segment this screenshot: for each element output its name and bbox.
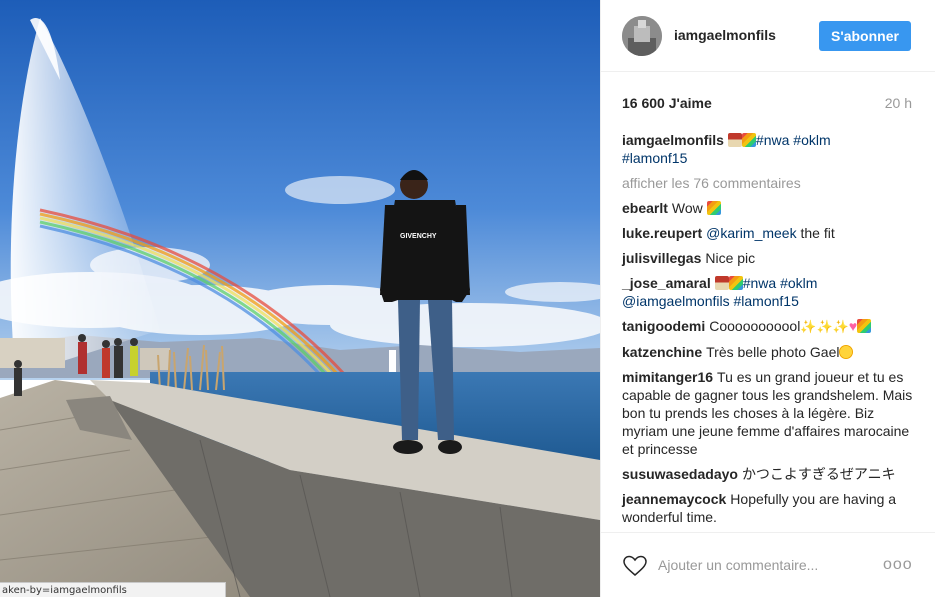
comment-item: katzenchine Très belle photo Gael [622, 343, 914, 361]
add-comment-input[interactable] [658, 555, 858, 575]
hashtag-oklm[interactable]: #oklm [780, 275, 817, 291]
comment-username[interactable]: jeannemaycock [622, 491, 726, 507]
comment-item: luke.reupert @karim_meek the fit [622, 224, 914, 242]
hashtag-oklm[interactable]: #oklm [793, 132, 830, 148]
post-sidebar: iamgaelmonfils S'abonner 16 600 J'aime 2… [600, 0, 935, 597]
comment-item: jeannemaycock Hopefully you are having a … [622, 490, 914, 526]
comment-username[interactable]: julisvillegas [622, 250, 701, 266]
smile-emoji-icon [839, 345, 854, 359]
caption-username[interactable]: iamgaelmonfils [622, 132, 724, 148]
view-all-comments-link[interactable]: afficher les 76 commentaires [622, 174, 914, 192]
hashtag-nwa[interactable]: #nwa [756, 132, 789, 148]
comment-username[interactable]: _jose_amaral [622, 275, 711, 291]
comments-list: iamgaelmonfils #nwa #oklm #lamonf15 affic… [622, 131, 914, 533]
hashtag-lamonf15[interactable]: #lamonf15 [733, 293, 798, 309]
comment-username[interactable]: ebearlt [622, 200, 668, 216]
comment-mention[interactable]: @karim_meek [706, 225, 796, 241]
follow-button[interactable]: S'abonner [819, 21, 911, 51]
house-emoji-icon [714, 276, 729, 290]
comment-item: julisvillegas Nice pic [622, 249, 914, 267]
more-options-button[interactable]: ooo [883, 555, 913, 575]
comment-username[interactable]: tanigoodemi [622, 318, 705, 334]
comment-footer: ooo [601, 532, 935, 597]
rainbow-emoji-icon [741, 133, 756, 147]
comment-text: Cooooooooool [709, 318, 801, 334]
comment-item: mimitanger16 Tu es un grand joueur et tu … [622, 368, 914, 458]
hashtag-nwa[interactable]: #nwa [743, 275, 776, 291]
avatar-image [622, 16, 662, 56]
post-header: iamgaelmonfils S'abonner [601, 0, 935, 72]
stats-row: 16 600 J'aime 20 h [622, 95, 912, 113]
sparkles-emoji-icon: ✨✨✨ [800, 319, 849, 334]
comment-mention[interactable]: @iamgaelmonfils [622, 293, 730, 309]
comment-username[interactable]: katzenchine [622, 344, 702, 360]
comment-username[interactable]: susuwasedadayo [622, 466, 738, 482]
comment-text: かつこよすぎるぜアニキ [741, 466, 896, 482]
heart-emoji-icon: ♥ [848, 318, 858, 334]
house-emoji-icon [727, 133, 742, 147]
comment-text: Wow [671, 200, 703, 216]
avatar[interactable] [622, 16, 662, 56]
comment-text: the fit [796, 225, 835, 241]
comment-item: _jose_amaral #nwa #oklm @iamgaelmonfils #… [622, 274, 914, 310]
post-time[interactable]: 20 h [885, 95, 912, 111]
likes-count[interactable]: 16 600 J'aime [622, 95, 712, 111]
comment-item: tanigoodemi Cooooooooool✨✨✨♥ [622, 317, 914, 336]
caption: iamgaelmonfils #nwa #oklm #lamonf15 [622, 131, 914, 167]
comment-text: Nice pic [705, 250, 756, 266]
post-photo[interactable]: GIVENCHY aken-by=iamgaelmonfils [0, 0, 600, 597]
comment-item: susuwasedadayo かつこよすぎるぜアニキ [622, 465, 914, 483]
photo-scene: GIVENCHY [0, 0, 600, 597]
header-username[interactable]: iamgaelmonfils [674, 27, 776, 43]
comment-text: Très belle photo Gael [706, 344, 840, 360]
status-url-tooltip: aken-by=iamgaelmonfils [0, 582, 226, 597]
rainbow-emoji-icon [857, 319, 872, 333]
comment-username[interactable]: luke.reupert [622, 225, 702, 241]
rainbow-emoji-icon [728, 276, 743, 290]
shirt-text: GIVENCHY [400, 233, 437, 240]
comment-username[interactable]: mimitanger16 [622, 369, 713, 385]
hashtag-lamonf15[interactable]: #lamonf15 [622, 150, 687, 166]
rainbow-emoji-icon [706, 201, 721, 215]
comment-item: ebearlt Wow [622, 199, 914, 217]
like-heart-icon[interactable] [623, 555, 647, 577]
